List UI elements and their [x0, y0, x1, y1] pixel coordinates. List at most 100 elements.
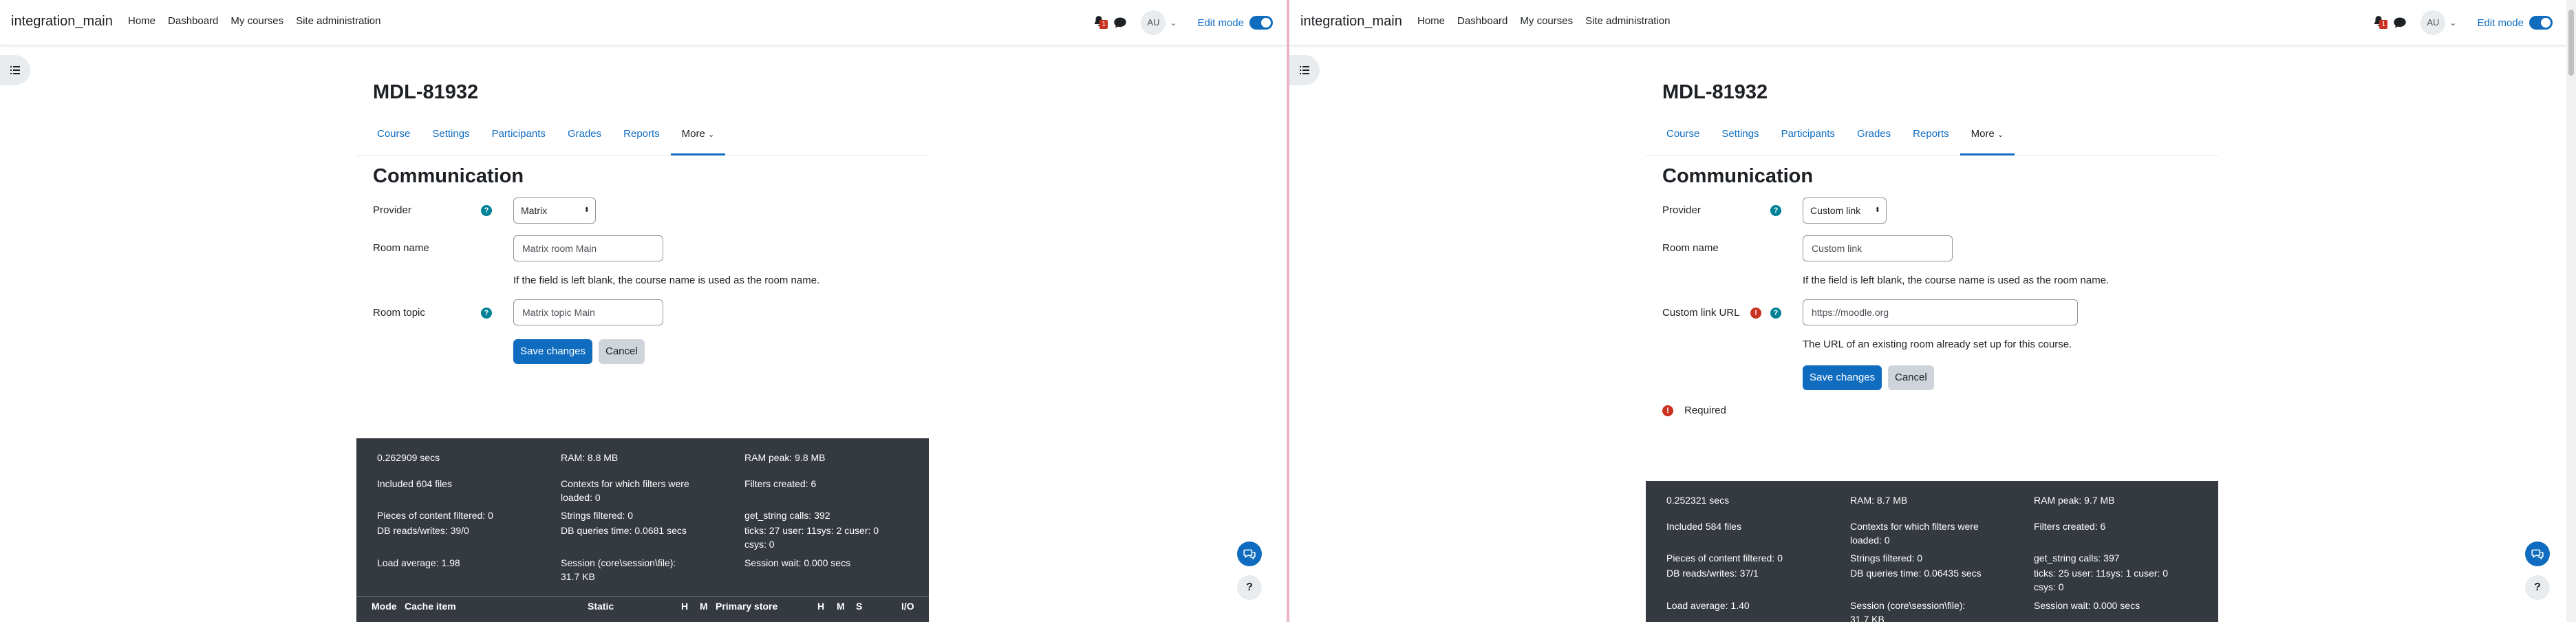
tab-more-label: More [1971, 128, 1995, 140]
provider-select[interactable]: Matrix ⬍ [513, 197, 596, 224]
question-mark-icon: ? [1246, 581, 1253, 593]
nav-my-courses[interactable]: My courses [230, 15, 283, 27]
cancel-button[interactable]: Cancel [599, 339, 645, 364]
col-io: I/O [901, 601, 914, 612]
scrollbar-thumb[interactable] [2568, 10, 2574, 76]
perf-db-rw: DB reads/writes: 39/0 [377, 525, 469, 536]
nav-site-administration[interactable]: Site administration [296, 15, 380, 27]
messages-icon[interactable] [2393, 16, 2407, 30]
provider-label: Provider [1662, 204, 1701, 216]
provider-select-value: Matrix [521, 205, 548, 216]
nav-dashboard[interactable]: Dashboard [168, 15, 218, 27]
room-name-hint: If the field is left blank, the course n… [1803, 275, 2110, 286]
communication-room-button[interactable] [2525, 541, 2550, 566]
perf-files: Included 604 files [377, 478, 452, 489]
tab-course[interactable]: Course [366, 122, 421, 156]
perf-db-time: DB queries time: 0.06435 secs [1850, 568, 1982, 579]
tab-settings[interactable]: Settings [1710, 122, 1770, 156]
chevron-down-icon[interactable]: ⌄ [2449, 18, 2456, 28]
perf-files: Included 584 files [1666, 521, 1741, 532]
save-changes-button[interactable]: Save changes [513, 339, 593, 364]
perf-session: Session (core\session\file): 31.7 KB [561, 556, 676, 583]
help-icon[interactable]: ? [1770, 308, 1781, 319]
perf-load: Load average: 1.40 [1666, 600, 1750, 611]
user-avatar[interactable]: AU [1141, 10, 1166, 35]
edit-mode-toggle[interactable] [2529, 16, 2553, 30]
cache-table-header: Mode Cache item Static H M Primary store… [356, 596, 929, 616]
perf-load: Load average: 1.98 [377, 557, 460, 568]
messages-icon[interactable] [1113, 16, 1127, 30]
tab-settings[interactable]: Settings [421, 122, 480, 156]
custom-link-url-label: Custom link URL [1662, 307, 1740, 319]
perf-ticks-line-1: ticks: 27 user: 11sys: 2 cuser: 0 [744, 525, 879, 536]
perf-time: 0.262909 secs [377, 452, 440, 463]
help-icon[interactable]: ? [481, 205, 492, 216]
tab-reports[interactable]: Reports [1902, 122, 1960, 156]
perf-get-string: get_string calls: 397 [2034, 553, 2120, 564]
secondary-navigation: Course Settings Participants Grades Repo… [356, 122, 929, 156]
user-nav: 1 AU ⌄ Edit mode [2372, 10, 2553, 36]
provider-select[interactable]: Custom link ⬍ [1803, 197, 1887, 224]
perf-contexts-line-1: Contexts for which filters were [561, 478, 689, 489]
perf-contexts-line-1: Contexts for which filters were [1850, 521, 1979, 532]
nav-home[interactable]: Home [1417, 15, 1445, 27]
tab-grades[interactable]: Grades [1846, 122, 1902, 156]
help-icon[interactable]: ? [481, 308, 492, 319]
nav-home[interactable]: Home [128, 15, 155, 27]
perf-session: Session (core\session\file): 31.7 KB [1850, 599, 1965, 622]
col-mode: Mode [372, 601, 397, 612]
user-avatar[interactable]: AU [2421, 10, 2446, 35]
tab-participants[interactable]: Participants [481, 122, 557, 156]
tab-more[interactable]: More ⌄ [1960, 122, 2015, 156]
tab-more[interactable]: More ⌄ [670, 122, 726, 156]
tab-participants[interactable]: Participants [1770, 122, 1846, 156]
room-name-input[interactable]: Matrix room Main [513, 235, 663, 261]
perf-session-line-1: Session (core\session\file): [1850, 600, 1966, 611]
perf-pieces: Pieces of content filtered: 0 [1666, 553, 1783, 564]
site-brand[interactable]: integration_main [1300, 14, 1402, 30]
perf-ram: RAM: 8.8 MB [561, 452, 619, 463]
tab-reports[interactable]: Reports [612, 122, 671, 156]
help-button[interactable]: ? [2525, 575, 2550, 600]
perf-session-line-1: Session (core\session\file): [561, 557, 676, 568]
tab-more-label: More [681, 128, 705, 140]
left-browser-pane: integration_main Home Dashboard My cours… [0, 0, 1287, 622]
help-button[interactable]: ? [1237, 575, 1262, 600]
tab-grades[interactable]: Grades [557, 122, 612, 156]
communication-room-button[interactable] [1237, 541, 1262, 566]
page-title: MDL-81932 [1662, 81, 1768, 103]
help-icon[interactable]: ? [1770, 205, 1781, 216]
nav-site-administration[interactable]: Site administration [1585, 15, 1670, 27]
perf-db-rw: DB reads/writes: 37/1 [1666, 568, 1759, 579]
edit-mode-label[interactable]: Edit mode [2477, 17, 2524, 29]
room-topic-input[interactable]: Matrix topic Main [513, 299, 663, 325]
room-name-input[interactable]: Custom link [1803, 235, 1953, 261]
perf-get-string: get_string calls: 392 [744, 510, 830, 521]
edit-mode-toggle[interactable] [1249, 16, 1273, 30]
list-icon [1300, 66, 1309, 74]
nav-my-courses[interactable]: My courses [1520, 15, 1573, 27]
performance-footer: 0.262909 secs RAM: 8.8 MB RAM peak: 9.8 … [356, 438, 929, 622]
col-primary-store: Primary store [716, 601, 778, 612]
save-changes-button[interactable]: Save changes [1803, 365, 1882, 390]
chevron-down-icon[interactable]: ⌄ [1170, 18, 1177, 28]
top-navbar: integration_main Home Dashboard My cours… [1289, 0, 2576, 45]
perf-contexts-line-2: loaded: 0 [561, 492, 601, 503]
tab-course[interactable]: Course [1655, 122, 1710, 156]
cancel-button[interactable]: Cancel [1888, 365, 1934, 390]
chevron-down-icon: ⌄ [708, 131, 715, 139]
course-index-drawer-button[interactable] [0, 55, 30, 85]
perf-filters-created: Filters created: 6 [2034, 521, 2106, 532]
course-index-drawer-button[interactable] [1289, 55, 1320, 85]
perf-time: 0.252321 secs [1666, 495, 1730, 506]
vertical-scrollbar[interactable] [2566, 0, 2576, 622]
perf-ram-peak: RAM peak: 9.7 MB [2034, 495, 2115, 506]
perf-session-line-2: 31.7 KB [561, 571, 595, 582]
custom-link-url-input[interactable]: https://moodle.org [1803, 299, 2078, 325]
notifications-button[interactable]: 1 [2372, 15, 2388, 30]
edit-mode-label[interactable]: Edit mode [1197, 17, 1244, 29]
notification-count-badge: 1 [1099, 20, 1108, 29]
notifications-button[interactable]: 1 [1093, 15, 1108, 30]
site-brand[interactable]: integration_main [11, 14, 113, 30]
nav-dashboard[interactable]: Dashboard [1457, 15, 1507, 27]
